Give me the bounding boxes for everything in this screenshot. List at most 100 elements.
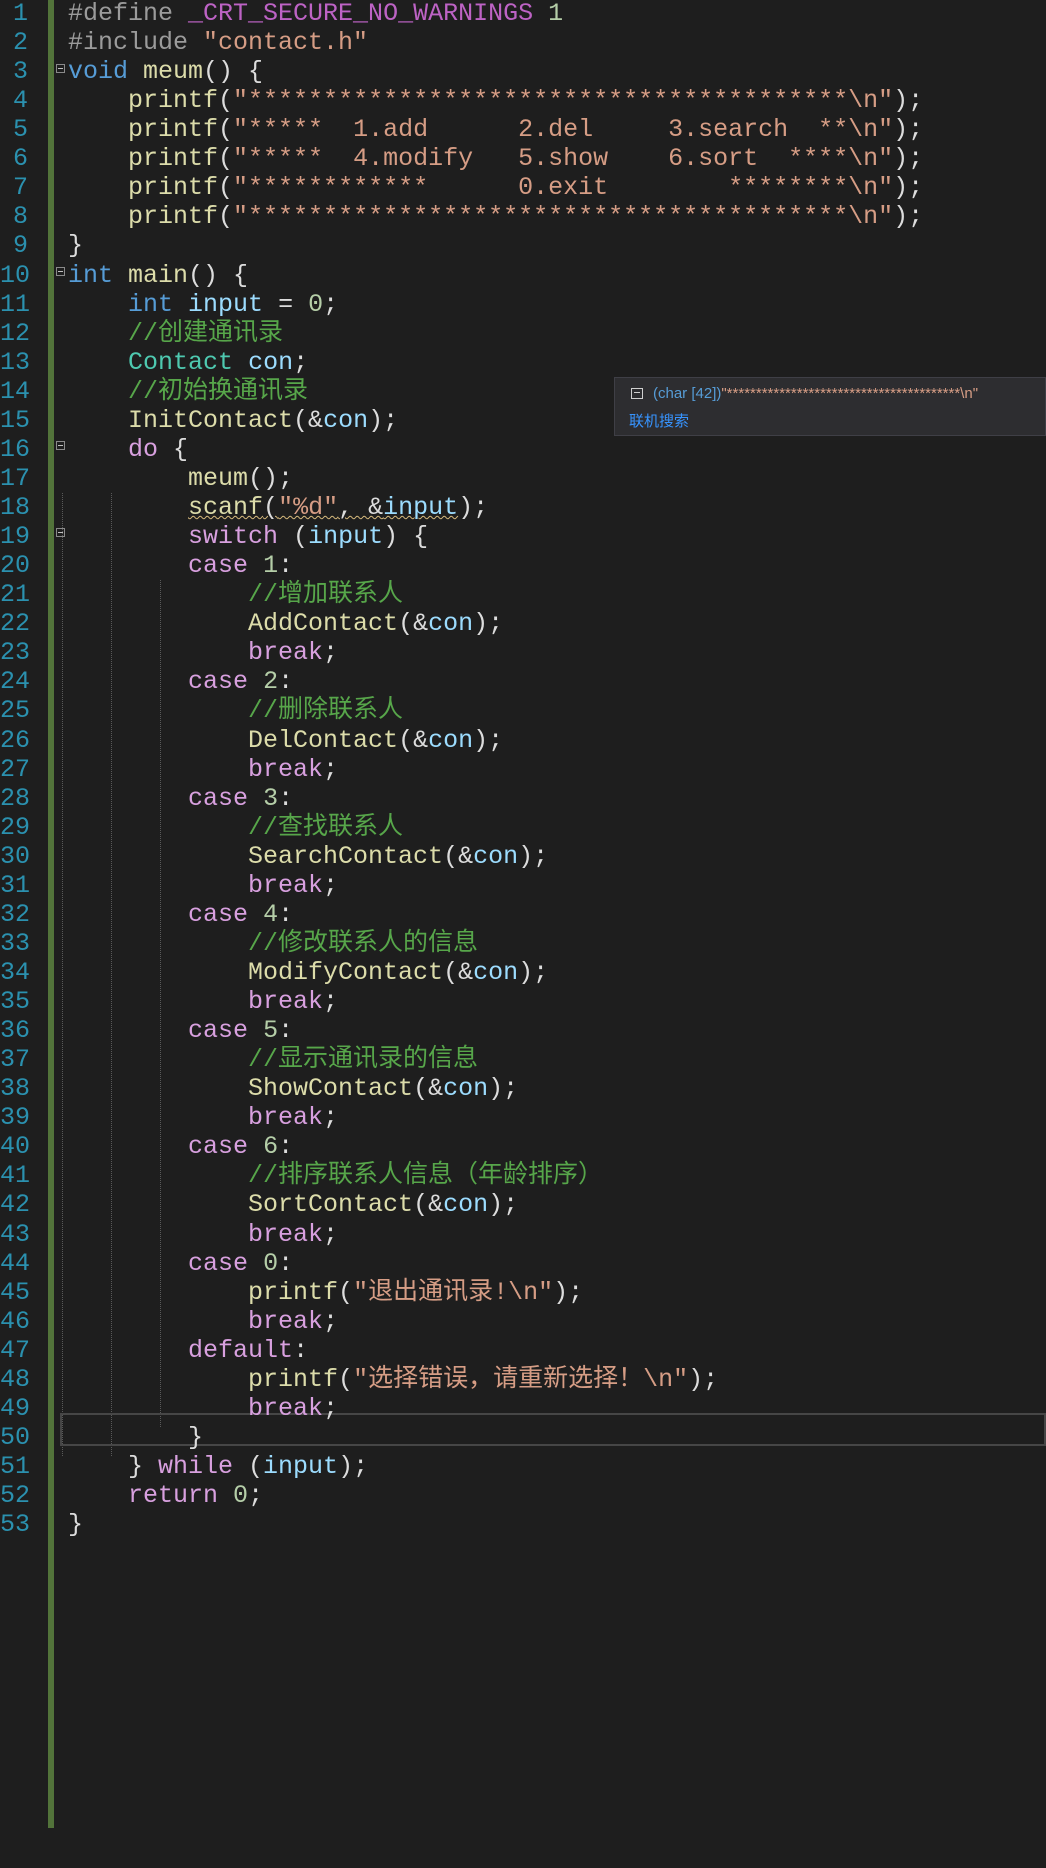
code-token: //查找联系人 — [248, 812, 404, 842]
code-token: meum — [188, 463, 249, 493]
code-line[interactable]: } — [68, 1508, 83, 1542]
code-line[interactable]: return 0; — [68, 1479, 263, 1513]
code-token: ; — [293, 347, 309, 377]
code-token: : — [278, 1248, 294, 1278]
fold-toggle-icon[interactable] — [56, 441, 65, 450]
code-token: ); — [893, 202, 924, 232]
code-token: ( — [218, 173, 234, 203]
code-token: SortContact — [248, 1190, 414, 1220]
code-token: #define — [68, 0, 189, 28]
code-token: 0 — [263, 1248, 279, 1278]
code-line[interactable]: printf("********************************… — [68, 200, 923, 234]
code-token: AddContact — [248, 609, 399, 639]
code-token: ; — [323, 754, 339, 784]
code-token: break — [248, 1393, 324, 1423]
indent-guide — [62, 493, 63, 1456]
code-token: ); — [688, 1364, 719, 1394]
line-number-gutter: 1 2 3 4 5 6 7 8 9 10 11 12 13 14 15 16 17 18 19 20 21 22 23 24 2… — [0, 0, 30, 1868]
code-token: ModifyContact — [248, 957, 444, 987]
code-token: ( — [218, 86, 234, 116]
code-token: { — [158, 434, 189, 464]
code-token: 1 — [548, 0, 564, 28]
fold-toggle-icon[interactable] — [56, 64, 65, 73]
code-token: "选择错误，请重新选择！\n" — [353, 1364, 689, 1394]
code-token: (& — [443, 841, 474, 871]
code-token: //显示通讯录的信息 — [248, 1045, 479, 1075]
code-token: void — [68, 57, 129, 87]
code-token: con — [428, 725, 474, 755]
code-token: ); — [338, 1452, 369, 1481]
code-token: printf — [128, 144, 219, 174]
code-token: con — [443, 1190, 489, 1220]
code-token: : — [278, 667, 294, 697]
code-token: case — [188, 667, 249, 697]
code-token: "***************************************… — [233, 86, 894, 116]
code-token: case — [188, 899, 249, 929]
tooltip-type: (char [42]) — [653, 385, 722, 402]
code-token: : — [278, 1016, 294, 1046]
code-token: printf — [128, 202, 219, 232]
code-token: //排序联系人信息（年龄排序） — [248, 1161, 604, 1191]
code-token: ); — [893, 173, 924, 203]
code-token: con — [443, 1074, 489, 1104]
online-search-link[interactable]: 联机搜索 — [629, 410, 689, 431]
code-token: ; — [323, 987, 339, 1017]
code-token: : — [278, 1132, 294, 1162]
code-token: //删除联系人 — [248, 696, 404, 726]
code-token: } — [68, 1452, 159, 1481]
code-token: SearchContact — [248, 841, 444, 871]
code-token: (& — [398, 725, 429, 755]
code-token: printf — [248, 1277, 339, 1307]
code-token: ( — [338, 1364, 354, 1394]
fold-toggle-icon[interactable] — [56, 267, 65, 276]
code-token: ; — [248, 1481, 264, 1511]
code-token: int — [68, 260, 114, 290]
tooltip-value: "***************************************… — [721, 385, 979, 402]
code-editor[interactable]: 1 2 3 4 5 6 7 8 9 10 11 12 13 14 15 16 17 18 19 20 21 22 23 24 2… — [0, 0, 1046, 1868]
code-token: 3 — [263, 783, 279, 813]
code-token: break — [248, 1219, 324, 1249]
code-token: ( — [263, 493, 279, 523]
code-token: meum — [143, 57, 204, 87]
code-token: InitContact — [128, 405, 294, 435]
code-token: case — [188, 1248, 249, 1278]
fold-toggle-icon[interactable] — [56, 528, 65, 537]
code-token: ); — [488, 1074, 519, 1104]
code-token: (); — [248, 463, 294, 493]
code-token: switch — [188, 522, 279, 552]
code-token: ; — [323, 638, 339, 668]
code-token: : — [278, 783, 294, 813]
code-token: #include — [68, 28, 204, 58]
code-token: //修改联系人的信息 — [248, 928, 479, 958]
code-token: break — [248, 870, 324, 900]
code-token: 0 — [308, 289, 324, 319]
code-token: con — [473, 957, 519, 987]
code-token: ; — [323, 870, 339, 900]
code-token: con — [428, 609, 474, 639]
code-token: con — [248, 347, 294, 377]
code-token: printf — [128, 173, 219, 203]
line-number: 53 — [0, 1510, 31, 1540]
code-token: case — [188, 551, 249, 581]
